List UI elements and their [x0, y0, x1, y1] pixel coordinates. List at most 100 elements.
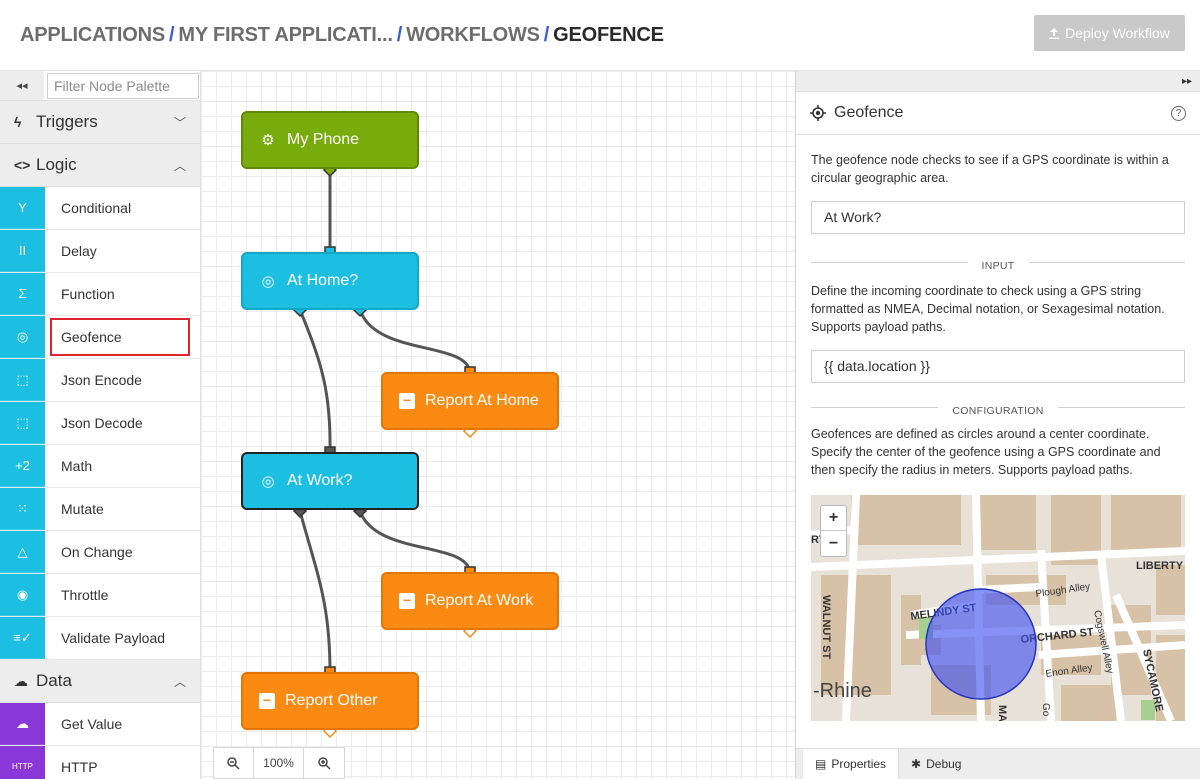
palette-item-throttle[interactable]: ◉ Throttle	[0, 574, 200, 617]
panel-collapse-bar: ▸▸	[796, 71, 1200, 92]
geofence-map[interactable]: MELINDY ST ORCHARD ST WALNUT ST SYCAMORE…	[811, 495, 1185, 721]
breadcrumb-workflows[interactable]: WORKFLOWS	[406, 24, 540, 46]
configuration-heading: CONFIGURATION	[938, 405, 1058, 417]
map-label: WALNUT ST	[820, 595, 832, 659]
palette-item-label: Math	[61, 458, 93, 474]
breadcrumb: APPLICATIONS / MY FIRST APPLICATI... / WORKF…	[20, 24, 664, 47]
palette-item-conditional[interactable]: Y Conditional	[0, 187, 200, 230]
palette-item-label: HTTP	[61, 759, 98, 775]
sigma-icon: Σ	[0, 273, 45, 315]
wire	[358, 309, 472, 373]
tab-debug[interactable]: ✱ Debug	[899, 749, 973, 779]
double-chevron-left-icon: ◂◂	[16, 80, 28, 92]
palette-item-http[interactable]: HTTP HTTP	[0, 746, 200, 779]
node-palette: ◂◂ Filter Node Palette ϟ Triggers ﹀ <> L…	[0, 71, 201, 779]
minus-icon: −	[399, 593, 415, 609]
breadcrumb-separator: /	[543, 24, 550, 46]
category-triggers[interactable]: ϟ Triggers ﹀	[0, 101, 200, 144]
wire	[358, 510, 472, 573]
breadcrumb-separator: /	[396, 24, 403, 46]
wire	[298, 510, 332, 673]
palette-item-validate-payload[interactable]: ≡✓ Validate Payload	[0, 617, 200, 660]
input-description: Define the incoming coordinate to check …	[811, 284, 1165, 334]
category-data[interactable]: ☁ Data ︿	[0, 660, 200, 703]
palette-item-label: Mutate	[61, 501, 104, 517]
triangle-icon: △	[0, 531, 45, 573]
chevron-up-icon: ︿	[173, 158, 186, 173]
palette-item-function[interactable]: Σ Function	[0, 273, 200, 316]
data-node-list: ☁ Get Value HTTP HTTP	[0, 703, 200, 779]
breadcrumb-applications[interactable]: APPLICATIONS	[20, 24, 165, 46]
help-icon[interactable]: ?	[1171, 105, 1186, 121]
json-decode-icon: ⬚	[0, 402, 45, 444]
json-encode-icon: ⬚	[0, 359, 45, 401]
node-my-phone[interactable]: ⚙ My Phone	[241, 111, 419, 169]
configuration-description: Geofences are defined as circles around …	[811, 427, 1161, 477]
geofence-circle[interactable]	[925, 588, 1037, 700]
validate-icon: ≡✓	[0, 617, 45, 659]
map-label: -Rhine	[813, 680, 872, 702]
zoom-out-icon	[227, 756, 240, 770]
cloud-download-icon: ☁	[0, 703, 45, 745]
palette-item-label: Json Decode	[61, 415, 143, 431]
map-zoom-in-button[interactable]: +	[821, 506, 846, 531]
node-at-work[interactable]: ◎ At Work?	[241, 452, 419, 510]
zoom-in-icon	[317, 756, 331, 770]
map-tiles: MELINDY ST ORCHARD ST WALNUT ST SYCAMORE…	[811, 495, 1185, 721]
filter-node-palette-input[interactable]: Filter Node Palette	[47, 73, 199, 99]
palette-item-mutate[interactable]: ⁙ Mutate	[0, 488, 200, 531]
palette-item-on-change[interactable]: △ On Change	[0, 531, 200, 574]
map-zoom-out-button[interactable]: −	[821, 531, 846, 556]
node-report-at-work[interactable]: − Report At Work	[381, 572, 559, 630]
document-icon: ▤	[815, 757, 827, 771]
palette-item-label: Throttle	[61, 587, 109, 603]
panel-header: Geofence ?	[796, 92, 1200, 135]
node-description: The geofence node checks to see if a GPS…	[811, 153, 1169, 185]
zoom-in-button[interactable]	[304, 748, 344, 778]
panel-title: Geofence	[834, 104, 904, 121]
minus-icon: −	[399, 393, 415, 409]
palette-item-delay[interactable]: II Delay	[0, 230, 200, 273]
node-report-at-home[interactable]: − Report At Home	[381, 372, 559, 430]
double-chevron-right-icon[interactable]: ▸▸	[1182, 76, 1192, 87]
node-label: My Phone	[287, 131, 360, 148]
input-location-field[interactable]: {{ data.location }}	[811, 350, 1185, 383]
map-label: Go	[1040, 703, 1051, 717]
tab-properties[interactable]: ▤ Properties	[803, 749, 900, 779]
palette-item-json-decode[interactable]: ⬚ Json Decode	[0, 402, 200, 445]
zoom-controls: 100%	[213, 747, 345, 779]
zoom-out-button[interactable]	[214, 748, 254, 778]
node-label: At Home?	[287, 272, 359, 289]
chip-icon: ⚙	[261, 132, 275, 149]
category-logic[interactable]: <> Logic ︿	[0, 144, 200, 187]
panel-body: The geofence node checks to see if a GPS…	[796, 151, 1200, 721]
palette-item-get-value[interactable]: ☁ Get Value	[0, 703, 200, 746]
deploy-workflow-button[interactable]: Deploy Workflow	[1034, 15, 1185, 51]
breadcrumb-separator: /	[169, 24, 175, 46]
node-at-home[interactable]: ◎ At Home?	[241, 252, 419, 310]
collapse-palette-button[interactable]: ◂◂	[0, 71, 44, 100]
map-label: MA	[996, 705, 1008, 721]
upload-icon	[1049, 27, 1060, 39]
node-report-other[interactable]: − Report Other	[241, 672, 419, 730]
category-data-label: Data	[36, 671, 72, 690]
workflow-canvas[interactable]: ⚙ My Phone ◎ At Home? − Report At Home ◎…	[201, 71, 795, 779]
category-logic-label: Logic	[36, 155, 77, 174]
breadcrumb-application[interactable]: MY FIRST APPLICATI...	[178, 24, 393, 46]
properties-panel: ▸▸ Geofence ? The geofence node checks t…	[795, 71, 1200, 779]
palette-item-json-encode[interactable]: ⬚ Json Encode	[0, 359, 200, 402]
tab-debug-label: Debug	[926, 757, 962, 771]
cloud-download-icon: ☁	[14, 672, 28, 689]
palette-item-math[interactable]: +2 Math	[0, 445, 200, 488]
crosshair-icon: ◎	[261, 273, 275, 290]
top-bar: APPLICATIONS / MY FIRST APPLICATI... / WORKF…	[0, 0, 1200, 71]
tab-properties-label: Properties	[831, 757, 887, 771]
split-icon: Y	[0, 187, 45, 229]
palette-item-geofence[interactable]: ◎ Geofence	[0, 316, 200, 359]
palette-item-label: Validate Payload	[61, 630, 166, 646]
crosshair-icon: ◎	[261, 473, 275, 490]
node-name-input[interactable]: At Work?	[811, 201, 1185, 234]
minus-icon: −	[259, 693, 275, 709]
palette-item-label: Function	[61, 286, 115, 302]
palette-item-label: Geofence	[48, 316, 192, 358]
